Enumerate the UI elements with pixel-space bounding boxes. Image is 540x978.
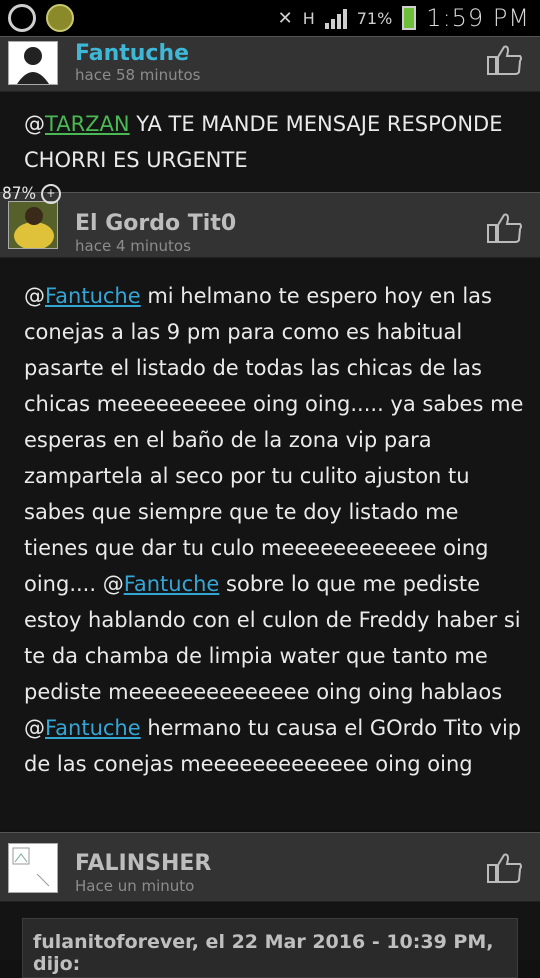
mention-link[interactable]: Fantuche	[124, 572, 220, 596]
post-text: mi helmano te espero hoy en las conejas …	[24, 284, 524, 596]
default-avatar-icon	[17, 47, 49, 84]
mention-link[interactable]: TARZAN	[45, 112, 130, 136]
mention-link[interactable]: Fantuche	[45, 284, 141, 308]
post-author[interactable]: FALINSHER	[75, 851, 211, 876]
post-text: sobre lo que me pediste estoy hablando c…	[24, 572, 521, 740]
post-header: FALINSHER Hace un minuto	[0, 832, 540, 902]
post-author[interactable]: El Gordo Tit0	[75, 211, 236, 236]
broken-image-icon	[12, 847, 50, 887]
post-text: @	[24, 284, 45, 308]
post-timestamp: Hace un minuto	[75, 877, 195, 895]
avatar[interactable]	[8, 41, 58, 85]
battery-icon	[402, 6, 417, 30]
thumbs-up-icon[interactable]	[486, 43, 524, 77]
signal-icon	[324, 7, 347, 29]
quote-header: fulanitoforever, el 22 Mar 2016 - 10:39 …	[33, 931, 494, 975]
user-photo-avatar	[9, 202, 57, 248]
avatar[interactable]	[8, 201, 58, 249]
zoom-badge: 87% +	[2, 184, 61, 204]
post-body: @Fantuche mi helmano te espero hoy en la…	[0, 258, 540, 830]
mention-link[interactable]: @	[24, 112, 45, 136]
post-header: El Gordo Tit0 hace 4 minutos	[0, 192, 540, 258]
mute-icon: ✕	[277, 7, 293, 29]
post-author[interactable]: Fantuche	[75, 41, 189, 66]
mention-link[interactable]: Fantuche	[45, 716, 141, 740]
battery-percent: 71%	[356, 8, 393, 28]
clock: 1:59 PM	[426, 4, 530, 32]
thumbs-up-icon[interactable]	[486, 211, 524, 245]
whatsapp-icon	[8, 4, 36, 32]
quote-block: fulanitoforever, el 22 Mar 2016 - 10:39 …	[22, 918, 518, 978]
thumbs-up-icon[interactable]	[486, 851, 524, 885]
avatar[interactable]	[8, 843, 58, 893]
post-header: Fantuche hace 58 minutos	[0, 36, 540, 92]
post-timestamp: hace 58 minutos	[75, 66, 201, 84]
game-notification-icon	[46, 4, 74, 32]
post-timestamp: hace 4 minutos	[75, 237, 191, 255]
post-body: @TARZAN YA TE MANDE MENSAJE RESPONDE CHO…	[0, 92, 540, 192]
status-bar: ✕ H 71% 1:59 PM	[0, 0, 540, 36]
network-type: H	[302, 8, 315, 28]
